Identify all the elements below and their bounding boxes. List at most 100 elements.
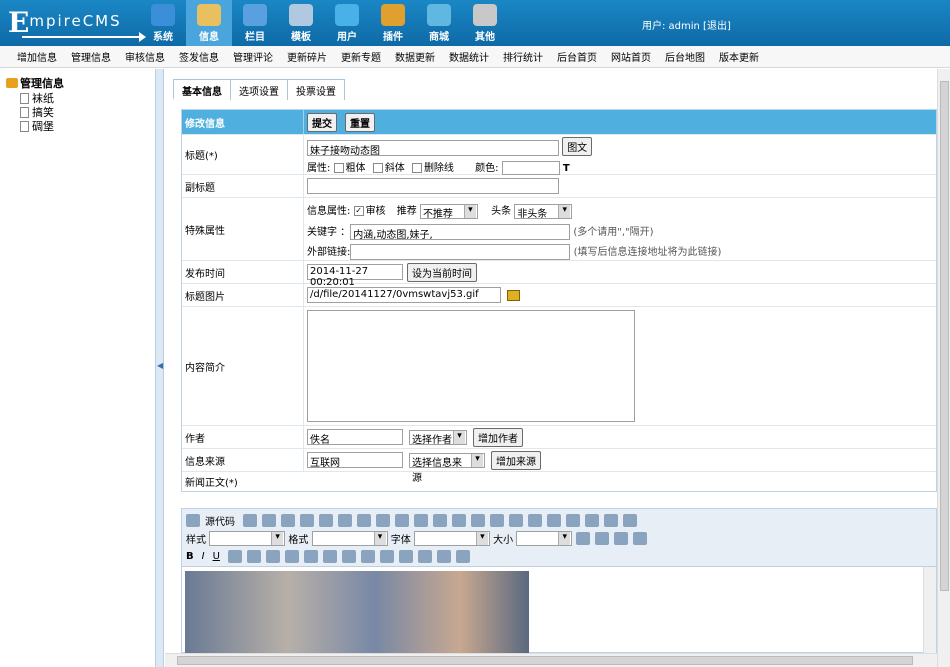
add-source-button[interactable]: 增加来源 (491, 450, 541, 470)
select-all-icon[interactable] (452, 513, 466, 527)
menu-item[interactable]: 数据更新 (395, 49, 435, 64)
menu-item[interactable]: 更新专题 (341, 49, 381, 64)
text-color-icon[interactable] (575, 531, 590, 545)
align-center-icon[interactable] (509, 513, 523, 527)
set-now-button[interactable]: 设为当前时间 (407, 262, 477, 282)
color-picker-icon[interactable]: T (563, 163, 570, 174)
vertical-scrollbar[interactable] (937, 69, 950, 667)
nav-item-7[interactable]: 其他 (462, 0, 508, 46)
smiley-icon[interactable] (417, 549, 432, 563)
numbered-list-icon[interactable] (604, 513, 618, 527)
user-info[interactable]: 用户: admin [退出] (642, 17, 731, 32)
nav-item-1[interactable]: 信息 (186, 0, 232, 46)
pagebreak-icon[interactable] (455, 549, 470, 563)
remove-format-icon[interactable] (471, 513, 485, 527)
menu-item[interactable]: 版本更新 (719, 49, 759, 64)
menu-item[interactable]: 网站首页 (611, 49, 651, 64)
menu-item[interactable]: 审核信息 (125, 49, 165, 64)
font-select[interactable] (413, 530, 490, 546)
menu-item[interactable]: 更新碎片 (287, 49, 327, 64)
bold-icon[interactable]: B (186, 551, 194, 562)
horizontal-scrollbar[interactable] (165, 653, 937, 667)
paste-word-icon[interactable] (357, 513, 371, 527)
paste-icon[interactable] (319, 513, 333, 527)
preview-icon[interactable] (243, 513, 257, 527)
tree-item[interactable]: 袜纸 (20, 91, 155, 105)
bold-checkbox[interactable] (333, 163, 344, 173)
flash-icon[interactable] (322, 549, 337, 563)
menu-item[interactable]: 后台首页 (557, 49, 597, 64)
recommend-select[interactable]: 不推荐 (419, 203, 478, 220)
tab-basic[interactable]: 基本信息 (173, 79, 231, 100)
find-icon[interactable] (414, 513, 428, 527)
redo-icon[interactable] (395, 513, 409, 527)
align-left-icon[interactable] (490, 513, 504, 527)
tree-item[interactable]: 碉堡 (20, 119, 155, 133)
anchor-icon[interactable] (284, 549, 299, 563)
nav-item-6[interactable]: 商城 (416, 0, 462, 46)
nav-item-5[interactable]: 插件 (370, 0, 416, 46)
author-input[interactable]: 佚名 (307, 429, 403, 446)
image-upload-icon[interactable] (507, 289, 520, 301)
cut-icon[interactable] (281, 513, 295, 527)
underline-icon[interactable]: U (213, 551, 220, 562)
file-icon[interactable] (360, 549, 375, 563)
source-input[interactable]: 互联网 (307, 452, 403, 469)
source-select[interactable]: 选择信息来源 (409, 452, 485, 484)
strike-checkbox[interactable] (411, 163, 422, 173)
link-input[interactable] (350, 243, 571, 260)
size-select[interactable] (516, 530, 573, 546)
table-icon[interactable] (379, 549, 394, 563)
nav-item-0[interactable]: 系统 (140, 0, 186, 46)
subtitle-input[interactable] (307, 178, 559, 194)
strike-icon[interactable] (227, 549, 242, 563)
reset-button[interactable]: 重置 (345, 112, 375, 132)
template-icon[interactable] (262, 513, 276, 527)
link-icon[interactable] (246, 549, 261, 563)
superscript-icon[interactable] (632, 531, 647, 545)
media-icon[interactable] (341, 549, 356, 563)
copy-icon[interactable] (300, 513, 314, 527)
time-input[interactable]: 2014-11-27 00:20:01 (307, 264, 403, 288)
unlink-icon[interactable] (265, 549, 280, 563)
bullet-list-icon[interactable] (623, 513, 637, 527)
nav-item-4[interactable]: 用户 (324, 0, 370, 46)
nav-item-2[interactable]: 栏目 (232, 0, 278, 46)
hr-icon[interactable] (398, 549, 413, 563)
italic-icon[interactable]: I (202, 551, 205, 562)
image-icon[interactable] (303, 549, 318, 563)
menu-item[interactable]: 管理信息 (71, 49, 111, 64)
menu-item[interactable]: 后台地图 (665, 49, 705, 64)
tree-root[interactable]: 管理信息 (6, 75, 155, 91)
add-author-button[interactable]: 增加作者 (473, 427, 523, 447)
align-right-icon[interactable] (528, 513, 542, 527)
keyword-input[interactable]: 内涵,动态图,妹子, (350, 223, 571, 241)
tab-vote[interactable]: 投票设置 (287, 79, 345, 100)
quote-icon[interactable] (436, 549, 451, 563)
menu-item[interactable]: 管理评论 (233, 49, 273, 64)
headline-select[interactable]: 非头条 (514, 203, 573, 220)
menu-item[interactable]: 排行统计 (503, 49, 543, 64)
italic-checkbox[interactable] (372, 163, 383, 173)
menu-item[interactable]: 签发信息 (179, 49, 219, 64)
paste-text-icon[interactable] (338, 513, 352, 527)
tab-options[interactable]: 选项设置 (230, 79, 288, 100)
subscript-icon[interactable] (613, 531, 628, 545)
justify-icon[interactable] (547, 513, 561, 527)
source-button[interactable]: 源代码 (205, 513, 235, 528)
menu-item[interactable]: 数据统计 (449, 49, 489, 64)
menu-item[interactable]: 增加信息 (17, 49, 57, 64)
tree-item[interactable]: 搞笑 (20, 105, 155, 119)
submit-button[interactable]: 提交 (307, 112, 337, 132)
nav-item-3[interactable]: 模板 (278, 0, 324, 46)
replace-icon[interactable] (433, 513, 447, 527)
audit-checkbox[interactable]: ✓ (353, 206, 364, 216)
author-select[interactable]: 选择作者 (409, 429, 467, 446)
pic-input[interactable]: /d/file/20141127/0vmswtavj53.gif (307, 287, 501, 303)
format-select[interactable] (311, 530, 388, 546)
indent-icon[interactable] (585, 513, 599, 527)
intro-textarea[interactable] (307, 310, 635, 422)
title-image-button[interactable]: 图文 (562, 137, 593, 156)
bg-color-icon[interactable] (594, 531, 609, 545)
sidebar-toggle[interactable]: ◀ (155, 69, 164, 667)
